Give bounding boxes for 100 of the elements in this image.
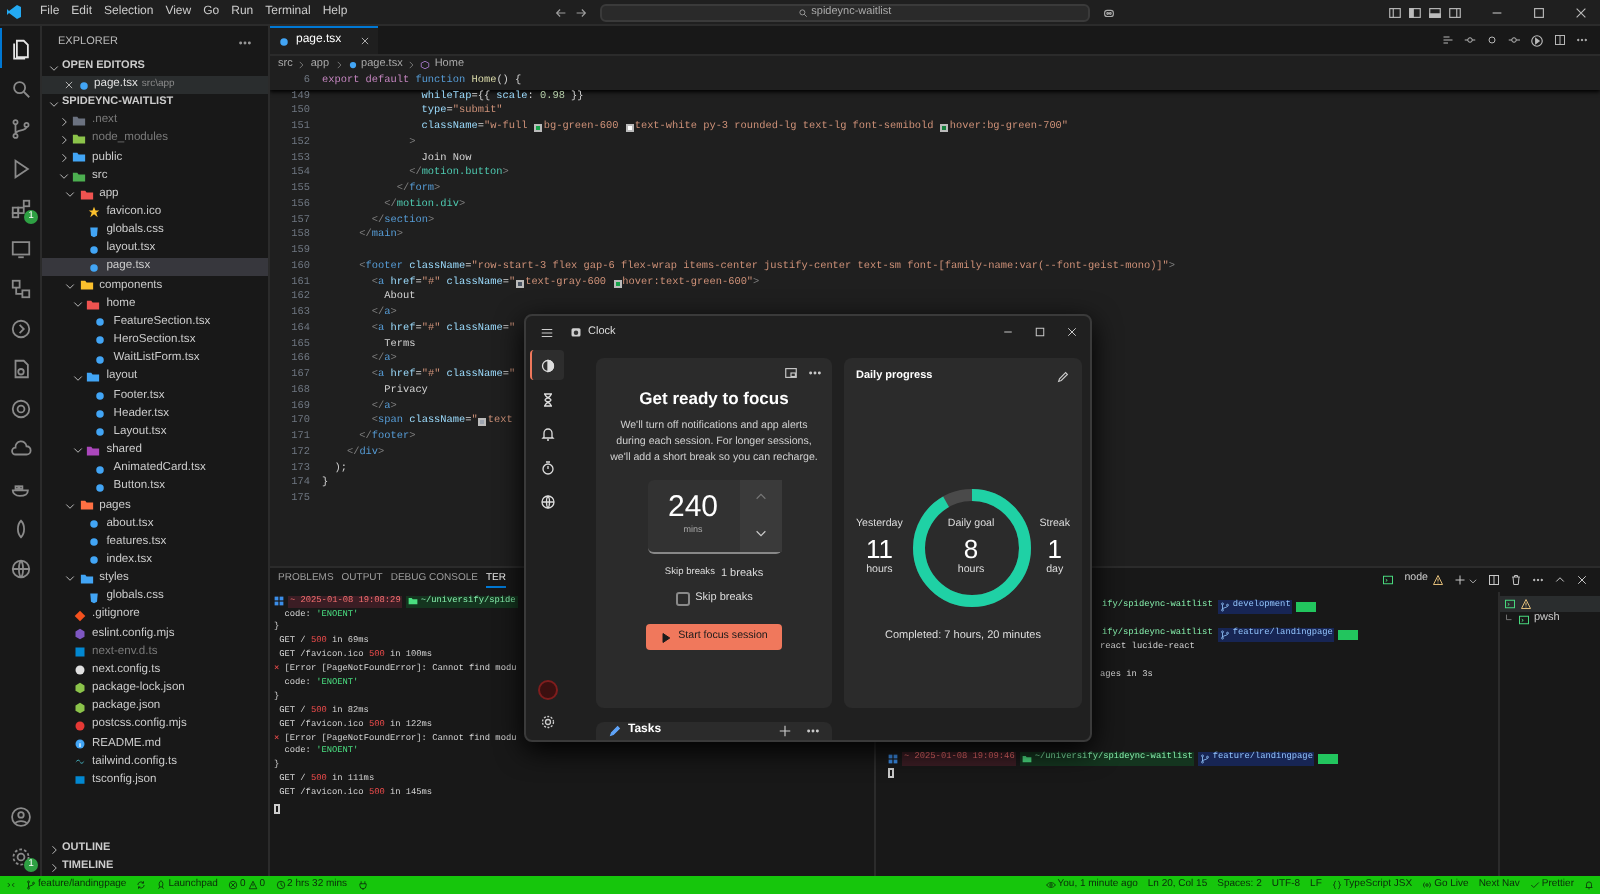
menu-icon xyxy=(540,325,554,339)
back-icon xyxy=(553,5,568,19)
play-icon xyxy=(660,631,673,644)
stat-value: 8 xyxy=(963,533,979,564)
stat-value: 1 xyxy=(1047,533,1062,564)
more-icon xyxy=(1576,34,1588,46)
play-icon xyxy=(10,157,32,179)
hourglass-icon xyxy=(540,391,556,407)
nav-item[interactable] xyxy=(530,350,564,380)
windows-icon xyxy=(274,596,284,607)
document-icon xyxy=(10,357,32,379)
star-icon xyxy=(87,206,100,219)
file-type-icon xyxy=(78,79,90,91)
chevron-up-icon xyxy=(753,490,767,505)
file-type-icon xyxy=(347,60,358,70)
globe-icon xyxy=(10,557,32,579)
progress-ring xyxy=(911,488,1032,609)
settings-icon xyxy=(10,845,32,867)
close-icon xyxy=(359,36,370,46)
clock-icon xyxy=(275,880,286,890)
copilot-icon xyxy=(1101,5,1116,19)
checkbox[interactable] xyxy=(675,591,690,606)
eye-icon xyxy=(1045,880,1056,890)
terminal-list-item[interactable] xyxy=(1500,595,1600,611)
compare-icon xyxy=(1442,34,1454,46)
chevron-icon xyxy=(406,60,417,70)
sync-icon xyxy=(136,880,147,890)
close-icon xyxy=(64,80,74,90)
stat-value: 11 xyxy=(865,533,893,564)
run-icon xyxy=(1530,33,1544,47)
broadcast-icon xyxy=(1422,880,1433,890)
search-icon xyxy=(797,7,808,17)
more-icon xyxy=(806,724,820,738)
files-icon xyxy=(10,37,32,59)
forward-icon xyxy=(573,5,588,19)
circle-icon xyxy=(1486,34,1498,46)
windows-icon xyxy=(888,753,898,764)
caret-icon xyxy=(1468,575,1478,585)
chevron-up-icon xyxy=(1554,574,1566,586)
timeline-icon xyxy=(1464,34,1476,46)
ring-icon xyxy=(10,397,32,419)
close-icon xyxy=(1576,574,1588,586)
monitor-icon xyxy=(10,237,32,259)
secondary-sidebar-icon xyxy=(1448,5,1462,19)
panel-toggle-icon xyxy=(1428,5,1442,19)
terminal-icon xyxy=(1382,574,1395,586)
rocket-icon xyxy=(156,880,167,890)
plus-icon xyxy=(1454,574,1466,586)
split-icon xyxy=(1488,574,1500,586)
chevron-down-icon xyxy=(753,526,767,541)
pencil-icon xyxy=(1056,369,1070,384)
branch-icon xyxy=(1220,629,1231,640)
chevron-icon xyxy=(333,60,344,70)
bell-icon xyxy=(1584,880,1594,890)
blocks-icon xyxy=(10,197,32,219)
chevron-icon xyxy=(296,60,307,70)
tree-connector-icon xyxy=(1504,614,1514,624)
branch-icon xyxy=(1200,753,1211,764)
status-chip xyxy=(1296,601,1317,612)
sidebar-toggle-icon xyxy=(1388,5,1402,19)
check-icon xyxy=(1529,880,1540,890)
warning-icon xyxy=(247,880,258,890)
sidebar-layout-icon xyxy=(1408,5,1422,19)
status-chip xyxy=(1318,753,1339,764)
plus-icon xyxy=(778,724,792,738)
folder-icon xyxy=(408,596,419,607)
warning-icon xyxy=(1432,574,1444,586)
info-icon xyxy=(73,737,85,750)
terminal-icon xyxy=(1504,597,1516,609)
status-chip xyxy=(1338,629,1359,640)
close-icon xyxy=(1574,5,1588,19)
mini-view-icon xyxy=(784,366,798,380)
warning-icon xyxy=(1520,597,1532,609)
globe-icon xyxy=(540,493,556,509)
app-logo-icon xyxy=(6,4,22,20)
braces-icon xyxy=(1331,880,1342,890)
more-icon xyxy=(808,366,822,380)
stopwatch-icon xyxy=(540,459,556,475)
bell-icon xyxy=(540,425,556,441)
pencil-icon xyxy=(608,724,622,738)
focus-icon xyxy=(540,357,556,373)
error-icon xyxy=(227,880,238,890)
diagram-icon xyxy=(10,277,32,299)
settings-icon xyxy=(539,714,555,730)
trash-icon xyxy=(1510,574,1522,586)
card-title: Get ready to focus xyxy=(639,386,789,412)
commit-icon xyxy=(1508,34,1520,46)
maximize-icon xyxy=(1034,326,1046,338)
split-editor-icon xyxy=(1554,34,1566,46)
folder-icon xyxy=(1022,753,1033,764)
text-cursor xyxy=(888,767,894,778)
terminal-icon xyxy=(1518,613,1530,625)
clock-app-icon xyxy=(570,326,582,338)
remote-icon xyxy=(6,880,16,890)
minimize-icon xyxy=(1002,326,1014,338)
branch-icon xyxy=(26,880,36,890)
plug-icon xyxy=(357,880,368,890)
branch-icon xyxy=(10,117,32,139)
close-icon xyxy=(1066,326,1078,338)
more-icon xyxy=(1532,574,1544,586)
